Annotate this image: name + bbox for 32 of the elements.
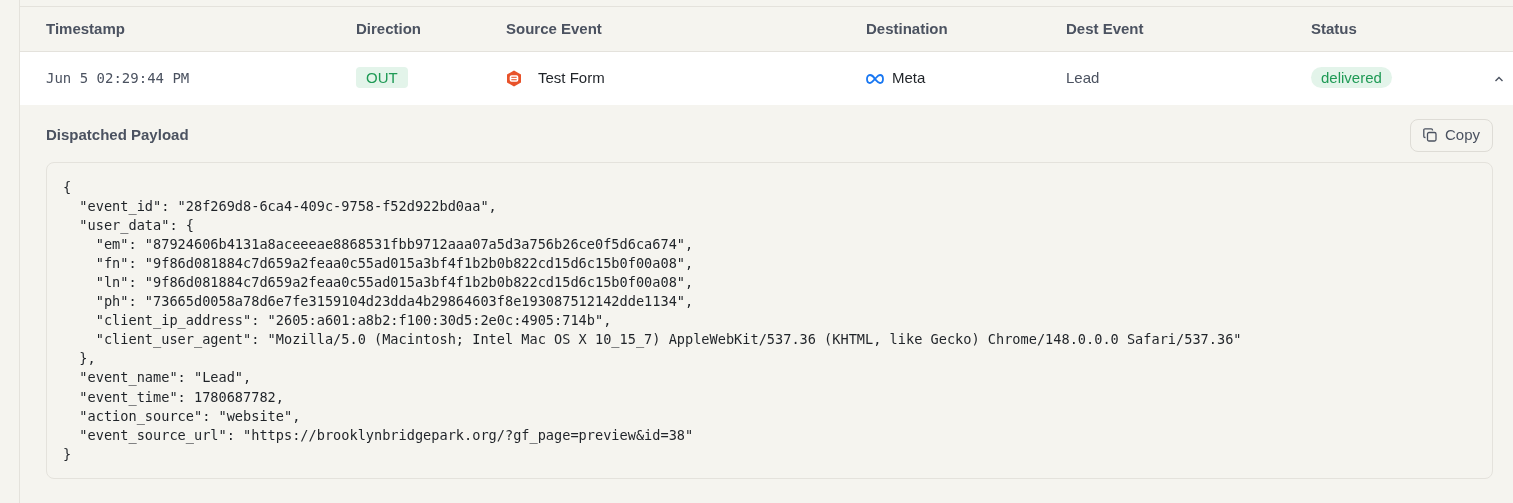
code-line: "event_name": "Lead",: [78, 368, 252, 388]
timestamp-cell: Jun 5 02:29:44 PM: [46, 70, 190, 87]
code-line: "client_ip_address": "2605:a601:a8b2:f100:30d5:2e0c:4905:714b",: [94, 311, 612, 331]
column-header: Source Event: [506, 19, 602, 37]
code-line: {: [63, 177, 72, 197]
direction-badge: OUT: [356, 67, 408, 89]
column-header: Timestamp: [46, 19, 125, 37]
dest-event-cell: Lead: [1066, 69, 1100, 87]
source-event-cell-text: Test Form: [538, 68, 605, 89]
code-line: "event_time": 1780687782,: [78, 387, 284, 407]
column-header: Destination: [866, 19, 948, 37]
copy-icon: [1422, 128, 1437, 143]
code-line: "em": "87924606b4131a8aceeeae8868531fbb9712aaa07a5d3a756b26ce0f5d6ca674",: [94, 234, 694, 254]
code-line: "event_source_url": "https://brooklynbridgepark.org/?gf_page=preview&id=38": [78, 425, 694, 445]
hexagon-icon: [506, 70, 522, 87]
destination-cell-text: Meta: [892, 68, 926, 89]
code-line: "fn": "9f86d081884c7d659a2feaa0c55ad015a3bf4f1b2b0b822cd15d6c15b0f00a08",: [94, 253, 694, 273]
code-line: "action_source": "website",: [78, 406, 301, 426]
code-line: "client_user_agent": "Mozilla/5.0 (Macintosh; Intel Mac OS X 10_15_7) AppleWebKit/537.36 (KHTML, like Gecko) Chrome/148.0.0.0 Safari/537.36": [94, 330, 1242, 350]
column-header: Direction: [356, 19, 421, 37]
section-title: Dispatched Payload: [46, 125, 189, 145]
copy-button[interactable]: Copy: [1409, 119, 1493, 152]
column-header: Dest Event: [1066, 19, 1144, 37]
status-badge: delivered: [1311, 67, 1392, 89]
code-line: }: [63, 444, 72, 464]
code-line: "event_id": "28f269d8-6ca4-409c-9758-f52d922bd0aa",: [78, 196, 497, 216]
infinity-icon: [866, 73, 884, 84]
code-line: },: [78, 349, 96, 369]
code-line: "ln": "9f86d081884c7d659a2feaa0c55ad015a3bf4f1b2b0b822cd15d6c15b0f00a08",: [94, 272, 694, 292]
column-header: Status: [1311, 19, 1357, 37]
code-line: "user_data": {: [78, 215, 194, 235]
code-line: "ph": "73665d0058a78d6e7fe3159104d23dda4b29864603f8e193087512142dde1134",: [94, 292, 694, 312]
